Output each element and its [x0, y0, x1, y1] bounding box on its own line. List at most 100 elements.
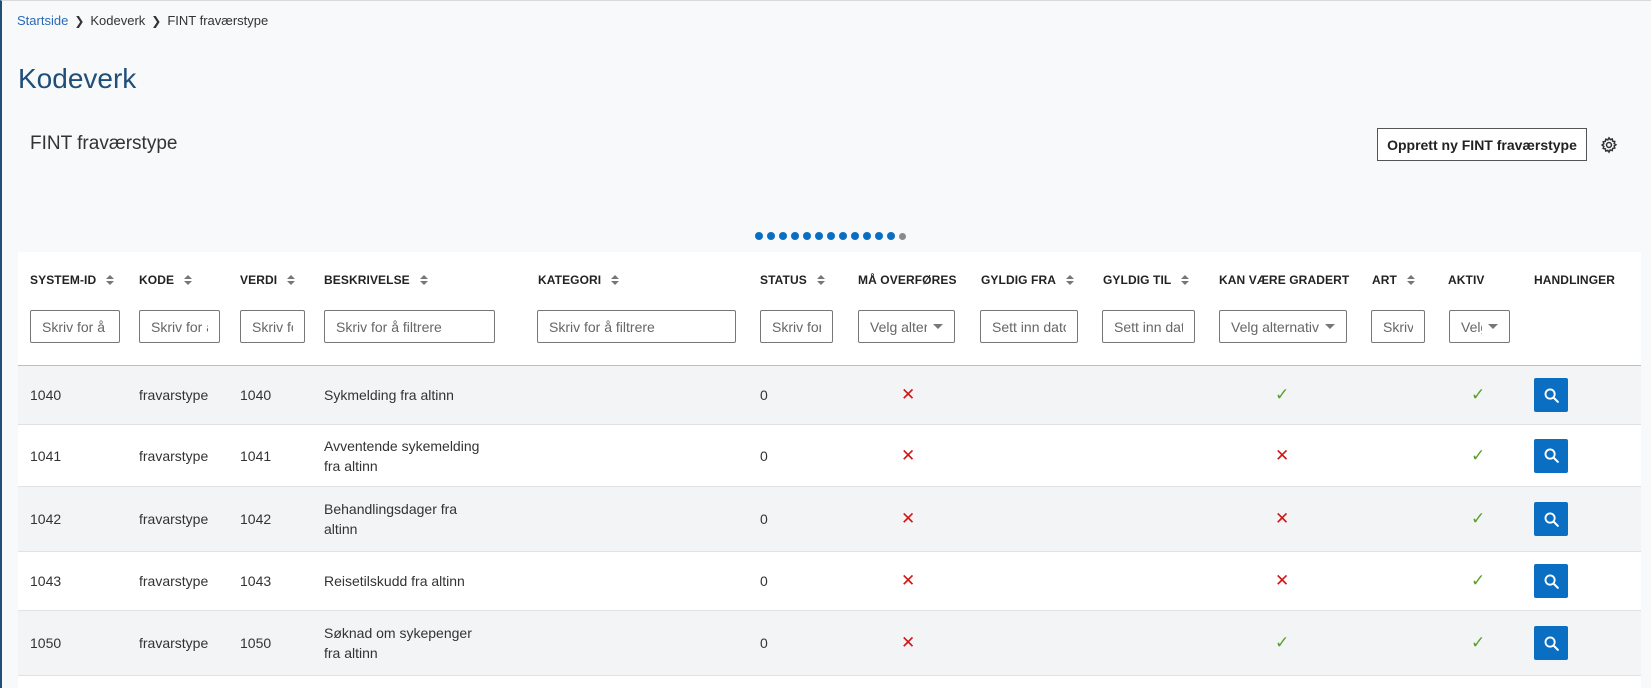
status-filter-input[interactable]: Skriv for å filtrere [760, 310, 833, 343]
view-button[interactable] [1534, 378, 1568, 412]
verdi-filter-input[interactable]: Skriv for å filtrere [240, 310, 305, 343]
kategori-filter-input[interactable]: Skriv for å filtrere [537, 310, 736, 343]
chevron-right-icon: ❯ [151, 13, 162, 28]
sort-icon[interactable] [184, 275, 193, 285]
column-header-gyldig-fra[interactable]: GYLDIG FRA [981, 273, 1074, 287]
breadcrumb-home-link[interactable]: Startside [17, 13, 68, 28]
cell-beskrivelse: Avventende sykemelding fra altinn [324, 437, 480, 474]
check-icon: ✓ [1471, 385, 1486, 404]
view-button[interactable] [1534, 626, 1568, 660]
cell-beskrivelse: Sykmelding fra altinn [324, 387, 454, 403]
cross-icon: ✕ [901, 633, 916, 652]
page-dot[interactable] [803, 232, 811, 240]
data-table: SYSTEM-ID KODE VERDI BESKRIVELSE KATEGOR… [18, 252, 1641, 688]
page-dot[interactable] [851, 232, 859, 240]
page-dot[interactable] [827, 232, 835, 240]
cell-system-id: 1041 [30, 447, 62, 464]
breadcrumb: Startside ❯ Kodeverk ❯ FINT fraværstype [17, 13, 268, 28]
column-header-verdi[interactable]: VERDI [240, 273, 296, 287]
cell-kode: fravarstype [139, 573, 209, 589]
column-header-system-id[interactable]: SYSTEM-ID [30, 273, 115, 287]
view-button[interactable] [1534, 502, 1568, 536]
chevron-right-icon: ❯ [74, 13, 85, 28]
cross-icon: ✕ [901, 571, 916, 590]
view-button[interactable] [1534, 438, 1568, 473]
pagination-dots[interactable] [755, 232, 906, 240]
page-dot[interactable] [815, 232, 823, 240]
check-icon: ✓ [1275, 633, 1290, 652]
check-icon: ✓ [1471, 509, 1486, 528]
sort-icon[interactable] [1066, 275, 1074, 285]
sort-icon[interactable] [419, 275, 428, 285]
cell-status: 0 [760, 387, 768, 403]
art-filter-input[interactable]: Skriv for å filtrere [1371, 310, 1425, 343]
page-dot[interactable] [755, 232, 763, 240]
search-icon [1544, 574, 1559, 589]
page-dot[interactable] [779, 232, 787, 240]
cell-system-id: 1043 [30, 573, 62, 589]
cell-status: 0 [760, 573, 768, 589]
page-dot[interactable] [791, 232, 799, 240]
gyldig-fra-date-input[interactable]: Sett inn dato [980, 310, 1078, 343]
column-header-kode[interactable]: KODE [139, 273, 193, 287]
column-header-kan-vaere-gradert: KAN VÆRE GRADERT [1219, 273, 1350, 287]
page-dot[interactable] [887, 232, 895, 240]
cell-beskrivelse: Søknad om sykepenger fra altinn [324, 625, 472, 661]
cell-system-id: 1050 [30, 635, 62, 651]
column-header-handlinger: HANDLINGER [1534, 273, 1615, 287]
cell-system-id: 1040 [30, 387, 62, 403]
column-header-ma-overfores: MÅ OVERFØRES [858, 273, 957, 287]
cell-beskrivelse: Reisetilskudd fra altinn [324, 573, 465, 589]
sort-icon[interactable] [1181, 275, 1190, 285]
chevron-down-icon [1325, 324, 1335, 329]
cell-system-id: 1042 [30, 511, 62, 527]
check-icon: ✓ [1275, 385, 1290, 404]
column-header-gyldig-til[interactable]: GYLDIG TIL [1103, 273, 1190, 287]
cell-verdi: 1040 [240, 387, 272, 403]
beskrivelse-filter-input[interactable]: Skriv for å filtrere [324, 310, 495, 343]
cell-kode: fravarstype [139, 511, 209, 527]
page-dot[interactable] [839, 232, 847, 240]
table-row: 1050 fravarstype 1050 Søknad om sykepeng… [18, 611, 1641, 676]
column-header-beskrivelse[interactable]: BESKRIVELSE [324, 273, 428, 287]
cell-kode: fravarstype [139, 635, 209, 651]
cell-status: 0 [760, 447, 768, 464]
create-new-button[interactable]: Opprett ny FINT fraværstype [1377, 128, 1587, 161]
gyldig-til-date-input[interactable]: Sett inn dato [1102, 310, 1195, 343]
gear-icon[interactable] [1600, 136, 1618, 154]
table-row: 1043 fravarstype 1043 Reisetilskudd fra … [18, 552, 1641, 611]
search-icon [1544, 636, 1559, 651]
sort-icon[interactable] [106, 275, 115, 285]
ma-overfores-select[interactable]: Velg alternativ [858, 310, 955, 343]
cell-verdi: 1043 [240, 573, 272, 589]
sort-icon[interactable] [1406, 275, 1415, 285]
column-header-kategori[interactable]: KATEGORI [538, 273, 620, 287]
page-dot[interactable] [875, 232, 883, 240]
table-row: 1040 fravarstype 1040 Sykmelding fra alt… [18, 366, 1641, 425]
section-title: FINT fraværstype [30, 133, 178, 154]
page-dot[interactable] [863, 232, 871, 240]
column-header-art[interactable]: ART [1372, 273, 1415, 287]
table-row: 1041 fravarstype 1041 Avventende sykemel… [18, 425, 1641, 487]
cell-beskrivelse: Behandlingsdager fra altinn [324, 501, 458, 537]
cross-icon: ✕ [901, 445, 916, 465]
column-header-status[interactable]: STATUS [760, 273, 825, 287]
cross-icon: ✕ [1275, 571, 1290, 590]
sort-icon[interactable] [287, 275, 296, 285]
view-button[interactable] [1534, 564, 1568, 598]
cell-verdi: 1050 [240, 635, 272, 651]
cell-status: 0 [760, 635, 768, 651]
aktiv-select[interactable]: Velg alternativ [1449, 310, 1510, 343]
sort-icon[interactable] [816, 275, 825, 285]
check-icon: ✓ [1471, 445, 1486, 465]
page-dot-inactive[interactable] [899, 232, 906, 240]
kan-vaere-gradert-select[interactable]: Velg alternativ [1219, 310, 1347, 343]
search-icon [1544, 512, 1559, 527]
kode-filter-input[interactable]: Skriv for å filtrere [139, 310, 220, 343]
table-header: SYSTEM-ID KODE VERDI BESKRIVELSE KATEGOR… [18, 252, 1641, 366]
system-id-filter-input[interactable]: Skriv for å filtrere [30, 310, 120, 343]
sort-icon[interactable] [611, 275, 620, 285]
page-dot[interactable] [767, 232, 775, 240]
breadcrumb-kodeverk: Kodeverk [90, 13, 146, 28]
cross-icon: ✕ [1275, 445, 1290, 465]
